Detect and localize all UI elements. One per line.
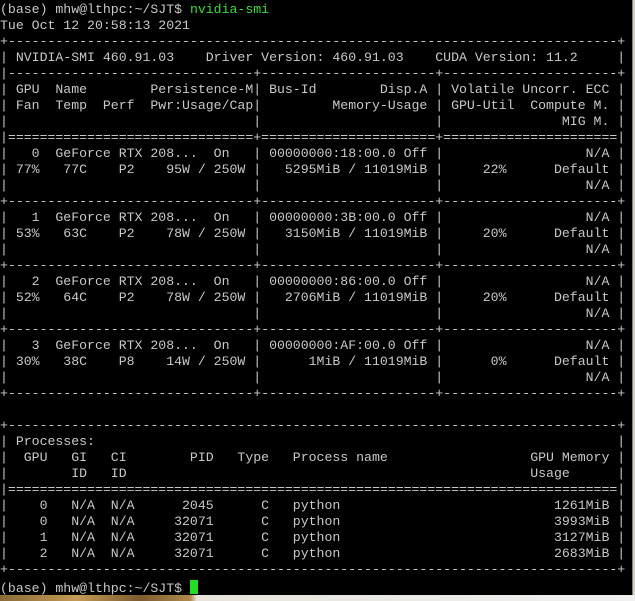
- timestamp-line: Tue Oct 12 20:58:13 2021: [0, 18, 190, 33]
- output-line: | 2 N/A N/A 32071 C python 2683MiB |: [0, 546, 626, 561]
- command-line: (base) mhw@lthpc:~/SJT$ nvidia-smi: [0, 2, 269, 18]
- output-line: | ID ID Usage |: [0, 466, 626, 481]
- output-line: | GPU GI CI PID Type Process name GPU Me…: [0, 450, 626, 465]
- output-line: | Processes: |: [0, 434, 626, 449]
- output-line: +---------------------------------------…: [0, 562, 626, 577]
- output-line: | Fan Temp Perf Pwr:Usage/Cap| Memory-Us…: [0, 98, 626, 113]
- terminal-window[interactable]: (base) mhw@lthpc:~/SJT$ nvidia-smi Tue O…: [0, 0, 632, 595]
- output-line: | NVIDIA-SMI 460.91.03 Driver Version: 4…: [0, 50, 626, 65]
- output-line: | 0 GeForce RTX 208... On | 00000000:18:…: [0, 146, 626, 161]
- desktop-background-strip: [0, 595, 635, 601]
- output-line: |=======================================…: [0, 482, 626, 497]
- output-line: | | | MIG M. |: [0, 114, 626, 129]
- output-line: +---------------------------------------…: [0, 34, 626, 49]
- output-line: | 30% 38C P8 14W / 250W | 1MiB / 11019Mi…: [0, 354, 626, 369]
- output-line: |-------------------------------+-------…: [0, 66, 626, 81]
- output-line: +---------------------------------------…: [0, 418, 626, 433]
- output-line: | 1 GeForce RTX 208... On | 00000000:3B:…: [0, 210, 626, 225]
- output-line: +-------------------------------+-------…: [0, 194, 626, 209]
- output-line: +-------------------------------+-------…: [0, 258, 626, 273]
- output-line: | 1 N/A N/A 32071 C python 3127MiB |: [0, 530, 626, 545]
- output-line: | 0 N/A N/A 2045 C python 1261MiB |: [0, 498, 626, 513]
- output-line: | | | N/A |: [0, 178, 626, 193]
- output-line: | | | N/A |: [0, 370, 626, 385]
- output-line: +-------------------------------+-------…: [0, 386, 626, 401]
- output-line: | | | N/A |: [0, 306, 626, 321]
- shell-prompt: (base) mhw@lthpc:~/SJT$: [0, 2, 183, 17]
- output-line: | | | N/A |: [0, 242, 626, 257]
- output-line: | GPU Name Persistence-M| Bus-Id Disp.A …: [0, 82, 626, 97]
- final-prompt-line[interactable]: (base) mhw@lthpc:~/SJT$: [0, 580, 198, 595]
- shell-prompt: (base) mhw@lthpc:~/SJT$: [0, 581, 190, 595]
- output-line: | 0 N/A N/A 32071 C python 3993MiB |: [0, 514, 626, 529]
- text-cursor: [189, 580, 198, 594]
- output-line: | 3 GeForce RTX 208... On | 00000000:AF:…: [0, 338, 626, 353]
- output-line: | 52% 64C P2 78W / 250W | 2706MiB / 1101…: [0, 290, 626, 305]
- output-line: +-------------------------------+-------…: [0, 322, 626, 337]
- output-line: | 77% 77C P2 95W / 250W | 5295MiB / 1101…: [0, 162, 626, 177]
- output-line: | 2 GeForce RTX 208... On | 00000000:86:…: [0, 274, 626, 289]
- command-text: nvidia-smi: [182, 2, 270, 17]
- output-line: | 53% 63C P2 78W / 250W | 3150MiB / 1101…: [0, 226, 626, 241]
- output-line: |===============================+=======…: [0, 130, 626, 145]
